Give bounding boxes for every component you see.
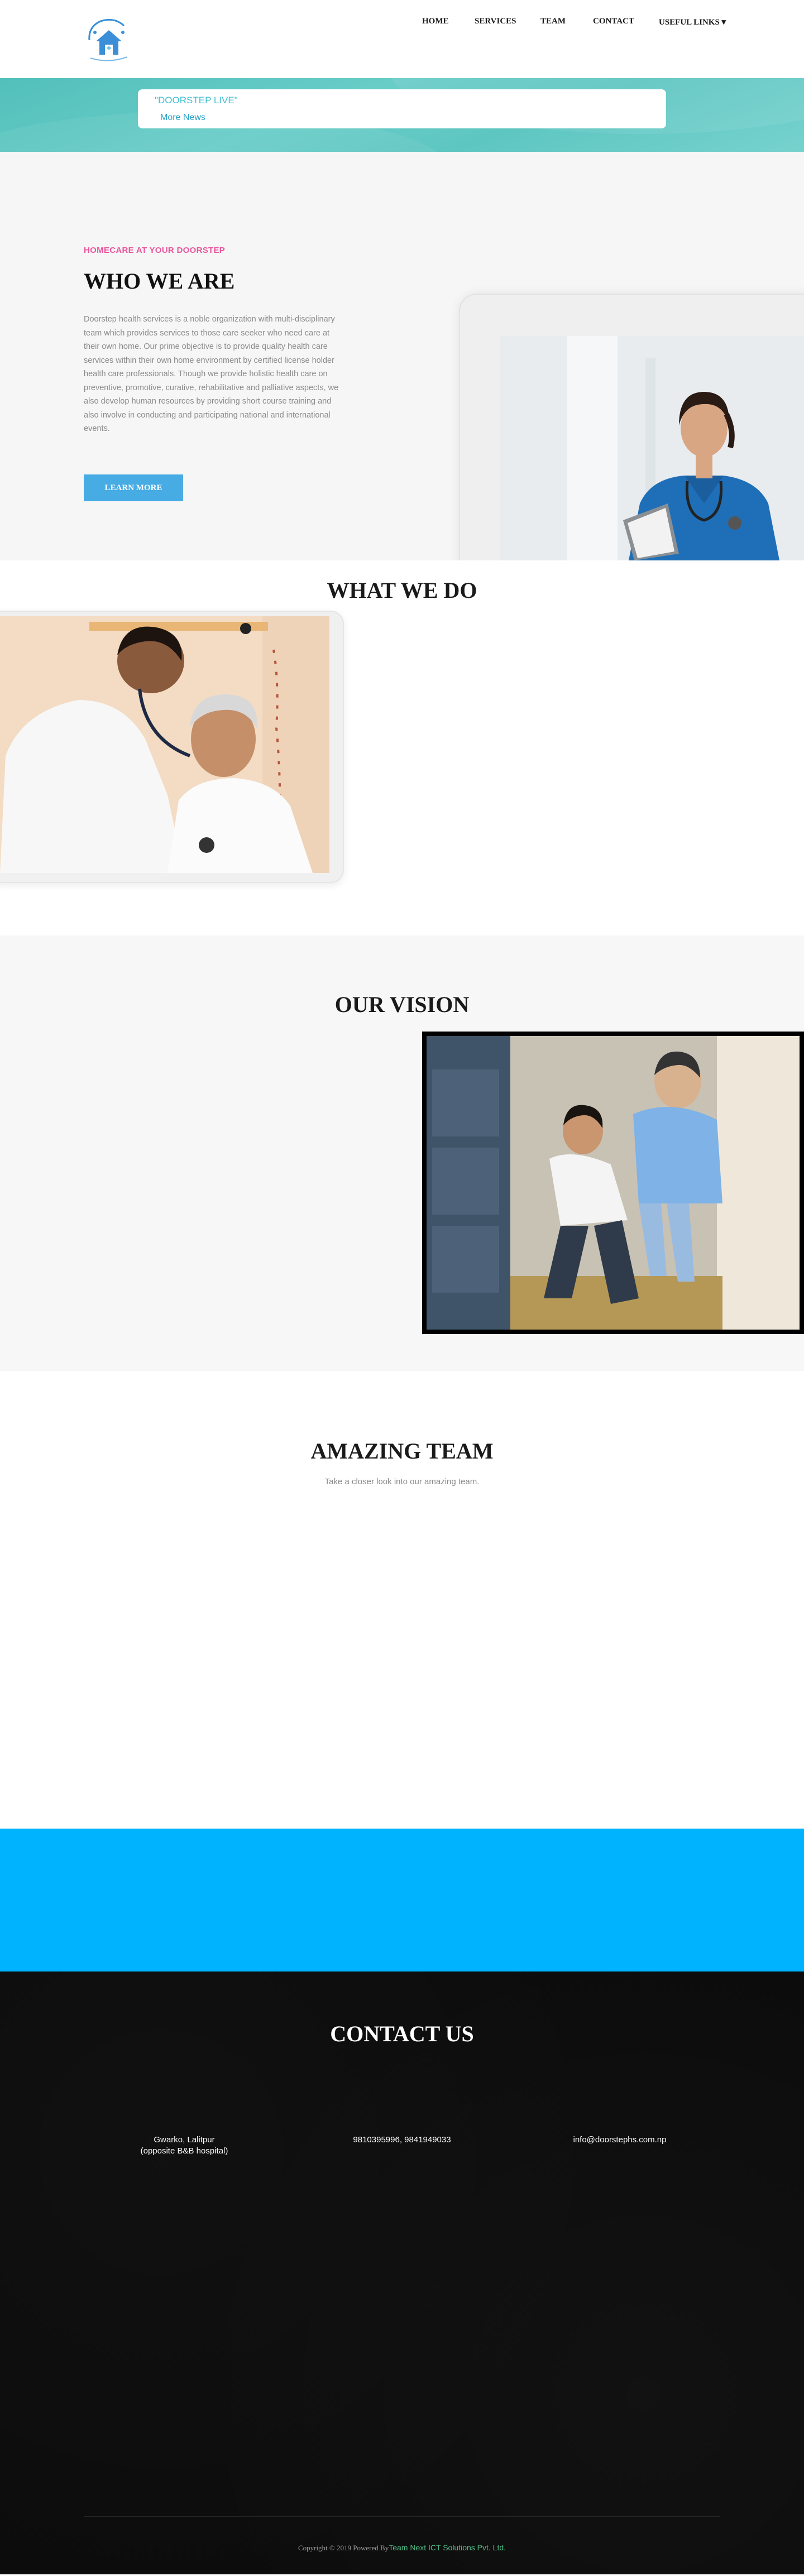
site-logo[interactable] [84,16,134,63]
who-we-are-section: HOMECARE AT YOUR DOORSTEP WHO WE ARE Doo… [0,152,804,560]
section-title: WHO WE ARE [84,268,235,294]
nurse-photo [500,336,804,560]
team-section: AMAZING TEAM Take a closer look into our… [0,1371,804,1829]
nav-home[interactable]: HOME [422,17,449,26]
contact-phone[interactable]: 9810395996, 9841949033 [318,2134,486,2146]
vision-photo-frame [422,1032,804,1334]
copyright: Copyright © 2019 Powered ByTeam Next ICT… [0,2543,804,2553]
more-news-link[interactable]: More News [160,113,205,123]
nav-useful-links[interactable]: USEFUL LINKS ▾ [659,17,726,27]
doctor-patient-photo [0,616,329,873]
nav-services[interactable]: SERVICES [475,17,516,26]
developer-link[interactable]: Team Next ICT Solutions Pvt. Ltd. [389,2543,506,2552]
about-paragraph: Doorstep health services is a noble orga… [84,315,339,433]
contact-section: CONTACT US Gwarko, Lalitpur (opposite B&… [0,1971,804,2574]
copyright-text: Copyright © 2019 Powered By [298,2544,389,2552]
site-header: HOME SERVICES TEAM CONTACT USEFUL LINKS … [0,0,804,78]
physio-photo [427,1036,800,1330]
news-band: "DOORSTEP LIVE" More News [0,78,804,152]
nav-contact[interactable]: CONTACT [593,17,634,26]
what-we-do-section: WHAT WE DO [0,560,804,936]
news-ticker: "DOORSTEP LIVE" More News [138,89,666,128]
section-title: AMAZING TEAM [310,1438,494,1464]
blue-banner [0,1829,804,1971]
section-eyebrow: HOMECARE AT YOUR DOORSTEP [84,246,226,255]
section-title: OUR VISION [334,992,470,1017]
contact-email[interactable]: info@doorstephs.com.np [536,2134,704,2146]
news-title: "DOORSTEP LIVE" [155,95,238,105]
section-title: WHAT WE DO [327,578,477,603]
section-subtitle: Take a closer look into our amazing team… [324,1477,480,1486]
main-nav: HOME SERVICES TEAM CONTACT USEFUL LINKS … [422,17,726,28]
contact-address: Gwarko, Lalitpur (opposite B&B hospital) [140,2135,228,2156]
learn-more-button[interactable]: LEARN MORE [84,474,183,501]
our-vision-section: OUR VISION [0,936,804,1371]
footer-divider [84,2516,720,2517]
section-title: CONTACT US [330,2021,474,2046]
nav-team[interactable]: TEAM [540,17,566,26]
